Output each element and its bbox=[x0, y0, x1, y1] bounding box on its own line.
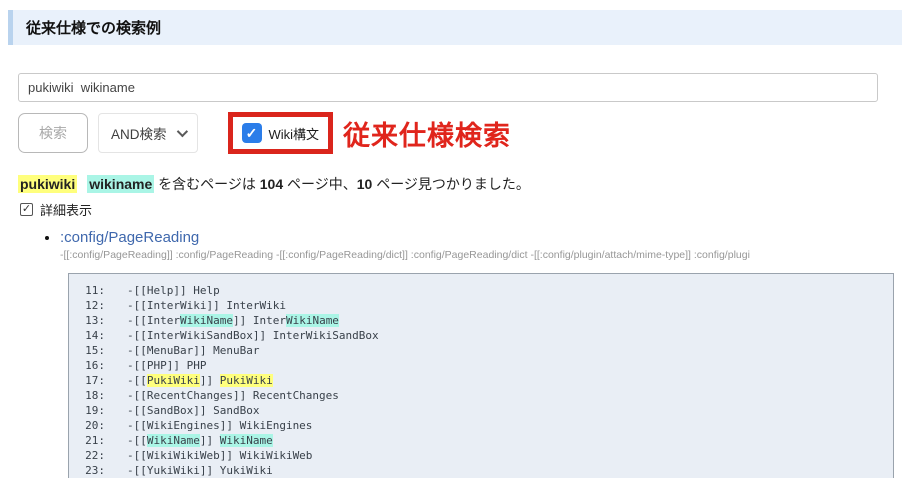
code-line-number: 17: bbox=[79, 373, 105, 388]
detail-display-row: ✓ 詳細表示 bbox=[20, 200, 910, 219]
code-highlighted-term: WikiName bbox=[147, 434, 200, 447]
found-page-count: 10 bbox=[357, 176, 373, 192]
code-line-number: 19: bbox=[79, 403, 105, 418]
code-text: -[[PHP]] PHP bbox=[127, 359, 206, 372]
result-list-item: :config/PageReading -[[:config/PageReadi… bbox=[60, 229, 910, 261]
code-text: -[[RecentChanges]] RecentChanges bbox=[127, 389, 339, 402]
code-line: 21:-[[WikiName]] WikiName bbox=[79, 433, 887, 448]
code-text: -[[WikiEngines]] WikiEngines bbox=[127, 419, 312, 432]
code-text: -[[SandBox]] SandBox bbox=[127, 404, 259, 417]
detail-display-label[interactable]: 詳細表示 bbox=[40, 200, 92, 219]
search-mode-selected-value: AND検索 bbox=[111, 123, 167, 143]
search-result-summary: pukiwiki wikiname を含むページは 104 ページ中、10 ページ… bbox=[18, 174, 910, 194]
code-line-number: 23: bbox=[79, 463, 105, 478]
search-term-1: pukiwiki bbox=[18, 175, 77, 193]
result-snippet: -[[:config/PageReading]] :config/PageRea… bbox=[60, 249, 900, 261]
code-line: 20: -[[WikiEngines]] WikiEngines bbox=[79, 418, 887, 433]
code-highlighted-term: PukiWiki bbox=[147, 374, 200, 387]
code-line-content: -[[WikiEngines]] WikiEngines bbox=[105, 419, 312, 432]
result-text-3: ページ見つかりました。 bbox=[372, 176, 530, 192]
section-header-title: 従来仕様での検索例 bbox=[26, 20, 161, 37]
wiki-syntax-checkbox[interactable]: ✓ bbox=[242, 123, 262, 143]
code-line-number: 15: bbox=[79, 343, 105, 358]
code-line-content: -[[WikiWikiWeb]] WikiWikiWeb bbox=[105, 449, 312, 462]
code-text: ]] bbox=[200, 434, 220, 447]
code-line-content: -[[SandBox]] SandBox bbox=[105, 404, 259, 417]
result-list: :config/PageReading -[[:config/PageReadi… bbox=[60, 229, 910, 261]
code-line-content: -[[YukiWiki]] YukiWiki bbox=[105, 464, 273, 477]
code-text: ]] bbox=[200, 374, 220, 387]
code-block: 11: -[[Help]] Help 12: -[[InterWiki]] Inter… bbox=[68, 273, 894, 478]
code-line-number: 21: bbox=[79, 433, 105, 448]
code-text: -[[ bbox=[127, 434, 147, 447]
code-line-content: -[[InterWikiSandBox]] InterWikiSandBox bbox=[105, 329, 379, 342]
detail-display-checkbox[interactable]: ✓ bbox=[20, 203, 33, 216]
search-term-2: wikiname bbox=[87, 175, 154, 193]
chevron-down-icon bbox=[176, 126, 187, 137]
code-line: 12: -[[InterWiki]] InterWiki bbox=[79, 298, 887, 313]
total-page-count: 104 bbox=[260, 176, 283, 192]
code-text: ]] Inter bbox=[233, 314, 286, 327]
wiki-syntax-checkbox-label[interactable]: Wiki構文 bbox=[269, 124, 320, 143]
code-text: -[[YukiWiki]] YukiWiki bbox=[127, 464, 273, 477]
code-line-content: -[[Help]] Help bbox=[105, 284, 220, 297]
code-text: -[[Inter bbox=[127, 314, 180, 327]
code-highlighted-term: WikiName bbox=[286, 314, 339, 327]
code-line-content: -[[WikiName]] WikiName bbox=[105, 434, 273, 447]
search-controls: 検索 AND検索 ✓ Wiki構文 従来仕様検索 bbox=[18, 109, 910, 157]
result-page-link[interactable]: :config/PageReading bbox=[60, 229, 199, 246]
code-line: 15: -[[MenuBar]] MenuBar bbox=[79, 343, 887, 358]
code-line-number: 18: bbox=[79, 388, 105, 403]
code-line-number: 22: bbox=[79, 448, 105, 463]
section-header: 従来仕様での検索例 bbox=[8, 10, 902, 45]
code-line: 23: -[[YukiWiki]] YukiWiki bbox=[79, 463, 887, 478]
result-text-1: を含むページは bbox=[154, 176, 260, 192]
code-text: -[[MenuBar]] MenuBar bbox=[127, 344, 259, 357]
search-button[interactable]: 検索 bbox=[18, 113, 88, 153]
code-line-content: -[[RecentChanges]] RecentChanges bbox=[105, 389, 339, 402]
code-line-number: 16: bbox=[79, 358, 105, 373]
code-line: 14: -[[InterWikiSandBox]] InterWikiSandBo… bbox=[79, 328, 887, 343]
code-text: -[[WikiWikiWeb]] WikiWikiWeb bbox=[127, 449, 312, 462]
code-text: -[[ bbox=[127, 374, 147, 387]
code-text: -[[Help]] Help bbox=[127, 284, 220, 297]
code-line: 19: -[[SandBox]] SandBox bbox=[79, 403, 887, 418]
code-line: 22: -[[WikiWikiWeb]] WikiWikiWeb bbox=[79, 448, 887, 463]
code-line-number: 11: bbox=[79, 283, 105, 298]
code-line-number: 14: bbox=[79, 328, 105, 343]
wiki-syntax-highlight-box: ✓ Wiki構文 bbox=[228, 112, 334, 154]
code-highlighted-term: PukiWiki bbox=[220, 374, 273, 387]
code-line-content: -[[InterWiki]] InterWiki bbox=[105, 299, 286, 312]
code-line-number: 13: bbox=[79, 313, 105, 328]
code-line: 18: -[[RecentChanges]] RecentChanges bbox=[79, 388, 887, 403]
code-highlighted-term: WikiName bbox=[220, 434, 273, 447]
code-line: 13:-[[InterWikiName]] InterWikiName bbox=[79, 313, 887, 328]
result-text-2: ページ中、 bbox=[283, 176, 357, 192]
search-input[interactable] bbox=[18, 73, 878, 102]
page: 従来仕様での検索例 検索 AND検索 ✓ Wiki構文 従来仕様検索 pukiw… bbox=[0, 0, 910, 478]
code-line-content: -[[PHP]] PHP bbox=[105, 359, 206, 372]
code-line: 16: -[[PHP]] PHP bbox=[79, 358, 887, 373]
annotation-text: 従来仕様検索 bbox=[343, 114, 511, 153]
code-line-content: -[[PukiWiki]] PukiWiki bbox=[105, 374, 273, 387]
code-line: 11: -[[Help]] Help bbox=[79, 283, 887, 298]
code-text: -[[InterWiki]] InterWiki bbox=[127, 299, 286, 312]
code-highlighted-term: WikiName bbox=[180, 314, 233, 327]
code-line: 17:-[[PukiWiki]] PukiWiki bbox=[79, 373, 887, 388]
code-line-content: -[[InterWikiName]] InterWikiName bbox=[105, 314, 339, 327]
code-line-number: 20: bbox=[79, 418, 105, 433]
search-mode-select[interactable]: AND検索 bbox=[98, 113, 198, 153]
code-line-number: 12: bbox=[79, 298, 105, 313]
code-line-content: -[[MenuBar]] MenuBar bbox=[105, 344, 259, 357]
code-text: -[[InterWikiSandBox]] InterWikiSandBox bbox=[127, 329, 379, 342]
